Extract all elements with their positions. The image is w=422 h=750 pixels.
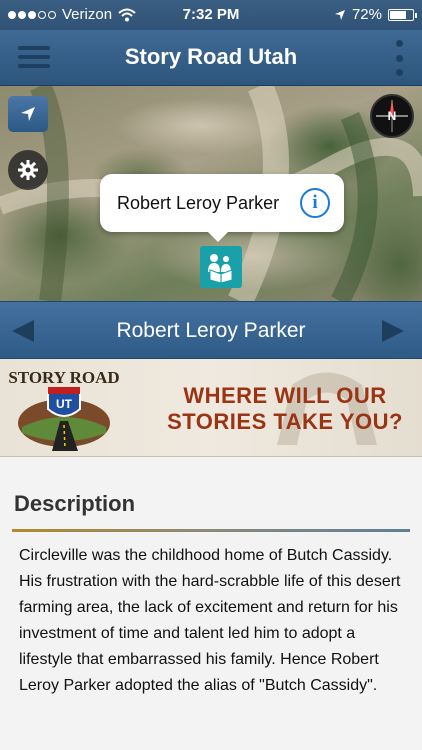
banner-tagline-line2: STORIES TAKE YOU? [167,409,403,434]
description-body: Circleville was the childhood home of Bu… [19,547,401,694]
compass-north-label: N [387,109,397,123]
description-section: Description Circleville was the childhoo… [0,457,422,750]
gear-icon [18,160,38,180]
banner-tagline-line1: WHERE WILL OUR [183,383,387,408]
callout-title: Robert Leroy Parker [117,193,280,213]
battery-icon [388,8,417,21]
story-road-banner: UT STORY ROAD WHERE WILL OUR STORIES TAK… [0,359,422,457]
story-title-bar: Robert Leroy Parker [0,301,422,359]
status-bar: Verizon 7:32 PM 72% [0,0,422,30]
story-road-logo: UT STORY ROAD [8,368,120,451]
nav-bar: Story Road Utah [0,30,422,86]
description-divider [12,529,410,532]
map-view[interactable]: N Robert Leroy Parker i [0,86,422,301]
banner-tagline: WHERE WILL OUR STORIES TAKE YOU? [160,383,410,435]
settings-button[interactable] [8,150,48,190]
story-title: Robert Leroy Parker [116,319,306,342]
next-story-button[interactable] [382,320,404,342]
map-callout[interactable]: Robert Leroy Parker i [100,174,344,242]
logo-title-text: STORY ROAD [8,368,119,387]
logo-shield-text: UT [56,397,73,411]
story-reader-icon[interactable] [200,246,242,288]
kebab-icon[interactable] [394,40,404,76]
info-icon[interactable]: i [300,188,330,218]
status-right: 72% [334,6,417,23]
current-location-button[interactable] [8,96,48,132]
nav-title: Story Road Utah [124,44,298,69]
description-heading: Description [14,491,136,516]
battery-percent: 72% [351,6,382,23]
location-arrow-icon [334,9,345,20]
location-arrow-icon [21,107,35,121]
compass-icon[interactable]: N [370,94,414,138]
